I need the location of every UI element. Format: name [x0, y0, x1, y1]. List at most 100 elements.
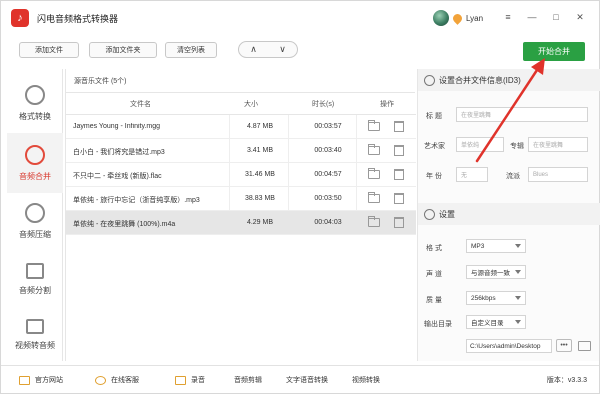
- quality-select[interactable]: 256kbps: [466, 291, 526, 305]
- year-input[interactable]: 无: [456, 167, 488, 182]
- output-path-field[interactable]: C:\Users\admin\Desktop: [466, 339, 552, 353]
- open-folder-icon[interactable]: [368, 216, 380, 227]
- video-icon: [26, 319, 44, 334]
- tts-link[interactable]: 文字语音转换: [286, 375, 328, 385]
- table-row[interactable]: 白小白 - 我们将究是错过.mp3 3.41 MB 00:03:40: [66, 139, 416, 163]
- table-row[interactable]: 单依纯 - 旅行中忘记（浙音纯享版）.mp3 38.83 MB 00:03:50: [66, 187, 416, 211]
- maximize-icon[interactable]: □: [551, 11, 561, 23]
- open-folder-icon[interactable]: [368, 192, 380, 203]
- start-merge-button[interactable]: 开始合并: [523, 42, 585, 61]
- merge-icon: [25, 144, 45, 165]
- output-select[interactable]: 自定义目录: [466, 315, 526, 329]
- sidebar-item-label: 音频分割: [19, 285, 51, 295]
- clear-list-button[interactable]: 清空列表: [165, 42, 217, 58]
- sidebar-item-label: 格式转换: [19, 111, 51, 121]
- sidebar-item-video-to-audio[interactable]: 视频转音频: [7, 305, 63, 365]
- channel-value: 与源音频一致: [471, 270, 510, 277]
- table-row[interactable]: 不只中二 - 牵丝戏 (新版).flac 31.46 MB 00:04:57: [66, 163, 416, 187]
- chevron-down-icon: [515, 296, 521, 300]
- file-duration: 00:04:03: [314, 219, 342, 226]
- file-list-header: 源音乐文件 (5个): [66, 69, 415, 93]
- trash-icon[interactable]: [394, 169, 404, 180]
- add-file-button[interactable]: 添加文件: [19, 42, 79, 58]
- genre-label: 流派: [506, 173, 520, 180]
- sidebar-item-audio-compress[interactable]: 音频压缩: [7, 191, 63, 251]
- id3-section-header: 设置合并文件信息(ID3): [418, 69, 600, 91]
- video-convert-link[interactable]: 视频转换: [352, 375, 380, 385]
- settings-section-header: 设置: [418, 203, 600, 225]
- open-output-folder-icon[interactable]: [578, 341, 591, 351]
- avatar[interactable]: [433, 10, 449, 26]
- headphones-icon: [424, 74, 435, 86]
- user-account[interactable]: Lyan: [433, 10, 483, 26]
- open-folder-icon[interactable]: [368, 168, 380, 179]
- settings-panel: 设置合并文件信息(ID3) 标 题 在夜里跳舞 艺术家 单依纯 专辑 在夜里跳舞…: [417, 69, 600, 361]
- file-size: 31.46 MB: [245, 171, 275, 178]
- file-list-columns: 文件名 大小 时长(s) 操作: [66, 93, 416, 115]
- title-input[interactable]: 在夜里跳舞: [456, 107, 588, 122]
- output-label: 输出目录: [424, 321, 452, 328]
- channel-label: 声 道: [426, 271, 442, 278]
- format-label: 格 式: [426, 245, 442, 252]
- audio-cut-link[interactable]: 音频剪辑: [234, 375, 262, 385]
- sidebar: 格式转换 音频合并 音频压缩 音频分割 视频转音频: [7, 69, 63, 361]
- trash-icon[interactable]: [394, 121, 404, 132]
- artist-input[interactable]: 单依纯: [456, 137, 504, 152]
- file-name: 白小白 - 我们将究是错过.mp3: [73, 149, 165, 156]
- trash-icon[interactable]: [394, 193, 404, 204]
- trash-icon[interactable]: [394, 217, 404, 228]
- file-name: 单依纯 - 旅行中忘记（浙音纯享版）.mp3: [73, 197, 200, 204]
- sidebar-item-label: 音频压缩: [19, 229, 51, 239]
- split-icon: [26, 262, 44, 279]
- monitor-icon: [19, 375, 30, 385]
- sidebar-item-label: 音频合并: [19, 171, 51, 181]
- album-input[interactable]: 在夜里跳舞: [528, 137, 588, 152]
- file-size: 3.41 MB: [246, 147, 274, 154]
- move-down-button[interactable]: ∨: [279, 45, 286, 54]
- move-up-button[interactable]: ∧: [250, 45, 257, 54]
- file-size: 4.87 MB: [246, 123, 274, 130]
- open-folder-icon[interactable]: [368, 144, 380, 155]
- app-logo-icon: ♪: [11, 9, 29, 27]
- sidebar-item-audio-split[interactable]: 音频分割: [7, 249, 63, 309]
- sidebar-item-format-convert[interactable]: 格式转换: [7, 73, 63, 133]
- service-label: 在线客服: [111, 377, 139, 384]
- window-controls: ≡ — □ ✕: [503, 11, 585, 23]
- website-link[interactable]: 官方网站: [19, 375, 63, 385]
- title-bar: ♪ 闪电音频格式转换器 Lyan ≡ — □ ✕: [1, 1, 599, 35]
- file-rows: Jaymes Young - Infinity.mgg 4.87 MB 00:0…: [66, 115, 416, 235]
- add-folder-button[interactable]: 添加文件夹: [89, 42, 157, 58]
- trash-icon[interactable]: [394, 145, 404, 156]
- file-duration: 00:04:57: [314, 171, 342, 178]
- album-label: 专辑: [510, 143, 524, 150]
- table-row[interactable]: 单依纯 - 在夜里跳舞 (100%).m4a 4.29 MB 00:04:03: [66, 211, 416, 235]
- column-size: 大小: [244, 101, 258, 108]
- sidebar-item-audio-merge[interactable]: 音频合并: [7, 133, 63, 193]
- chevron-down-icon: [515, 244, 521, 248]
- microphone-icon: [175, 375, 186, 385]
- close-icon[interactable]: ✕: [575, 11, 585, 23]
- column-actions: 操作: [380, 101, 394, 108]
- table-row[interactable]: Jaymes Young - Infinity.mgg 4.87 MB 00:0…: [66, 115, 416, 139]
- compress-icon: [25, 202, 45, 223]
- record-link[interactable]: 录音: [175, 375, 205, 385]
- menu-icon[interactable]: ≡: [503, 11, 513, 23]
- title-label: 标 题: [426, 113, 442, 120]
- app-title: 闪电音频格式转换器: [37, 13, 119, 24]
- file-size: 4.29 MB: [246, 219, 274, 226]
- format-select[interactable]: MP3: [466, 239, 526, 253]
- bottom-bar: 官方网站 在线客服 录音 音频剪辑 文字语音转换 视频转换 版本：v3.3.3: [1, 365, 599, 393]
- file-size: 38.83 MB: [245, 195, 275, 202]
- format-value: MP3: [471, 242, 485, 250]
- channel-select[interactable]: 与源音频一致: [466, 265, 526, 279]
- user-name[interactable]: Lyan: [466, 14, 483, 23]
- record-label: 录音: [191, 377, 205, 384]
- open-folder-icon[interactable]: [368, 120, 380, 131]
- output-value: 自定义目录: [471, 320, 504, 327]
- vip-badge-icon: [451, 11, 464, 25]
- service-link[interactable]: 在线客服: [95, 375, 139, 385]
- genre-input[interactable]: Blues: [528, 167, 588, 182]
- minimize-icon[interactable]: —: [527, 11, 537, 23]
- quality-value: 256kbps: [471, 294, 496, 302]
- browse-button[interactable]: •••: [556, 339, 572, 352]
